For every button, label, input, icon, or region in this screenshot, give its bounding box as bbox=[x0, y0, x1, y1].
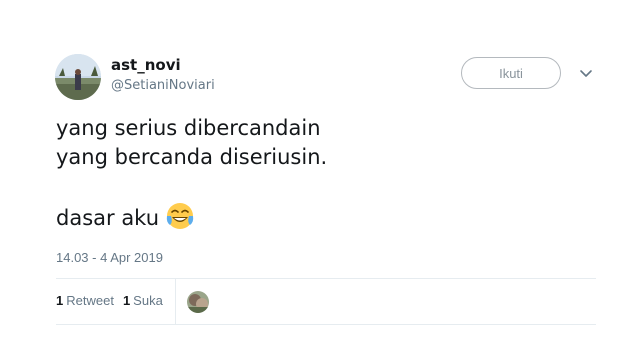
like-stat[interactable]: 1 Suka bbox=[123, 293, 163, 309]
tweet-card: ast_novi @SetianiNoviari Ikuti yang seri… bbox=[0, 0, 640, 360]
chevron-down-icon[interactable] bbox=[578, 66, 594, 82]
author-name[interactable]: ast_novi bbox=[111, 56, 181, 74]
tweet-line: yang bercanda diseriusin. bbox=[56, 145, 328, 169]
tweet-line: dasar aku bbox=[56, 206, 160, 230]
follow-button[interactable]: Ikuti bbox=[461, 57, 561, 89]
like-count: 1 bbox=[122, 293, 131, 308]
retweet-count: 1 bbox=[56, 293, 64, 308]
author-handle[interactable]: @SetianiNoviari bbox=[111, 78, 215, 94]
avatar-image bbox=[55, 54, 101, 100]
divider bbox=[56, 324, 596, 325]
tweet-line: yang serius dibercandain bbox=[56, 116, 321, 140]
divider bbox=[56, 278, 596, 279]
liker-avatar[interactable] bbox=[187, 291, 209, 313]
like-label: Suka bbox=[133, 293, 163, 308]
tweet-line-with-emoji: dasar aku bbox=[56, 201, 596, 233]
author-avatar[interactable] bbox=[55, 54, 101, 100]
tweet-text: yang serius dibercandain yang bercanda d… bbox=[56, 114, 596, 233]
tweet-timestamp[interactable]: 14.03 - 4 Apr 2019 bbox=[56, 250, 163, 266]
tears-of-joy-emoji-icon bbox=[165, 201, 195, 231]
retweet-label: Retweet bbox=[66, 293, 114, 308]
stats-separator bbox=[175, 279, 176, 324]
tweet-stats: 1 Retweet 1 Suka bbox=[56, 293, 163, 309]
retweet-stat[interactable]: 1 Retweet bbox=[56, 293, 114, 309]
